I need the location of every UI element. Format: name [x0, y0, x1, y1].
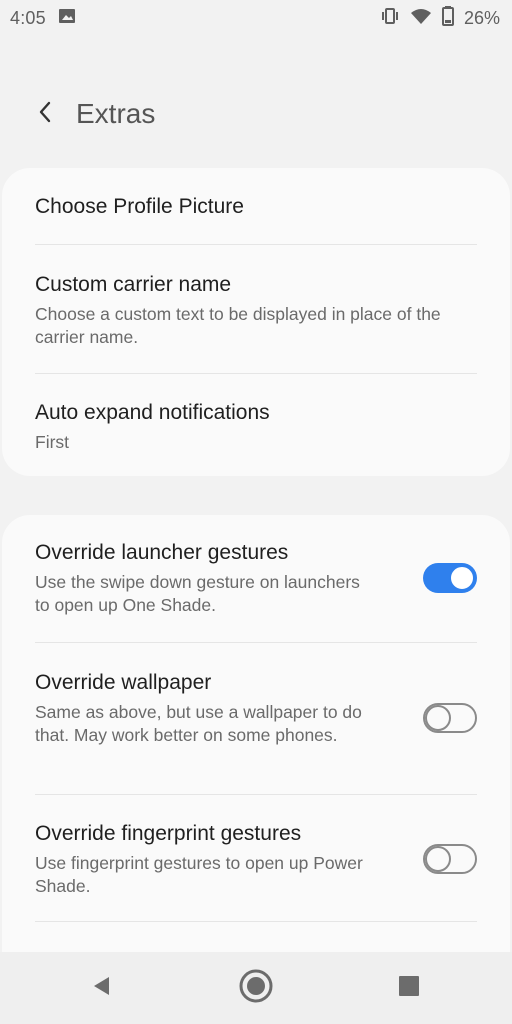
switch-knob [425, 705, 451, 731]
home-circle-icon [238, 968, 274, 1009]
status-bar: 4:05 26% [0, 0, 512, 36]
override-launcher-gestures-switch[interactable] [423, 563, 477, 593]
override-launcher-gestures-row[interactable]: Override launcher gestures Use the swipe… [35, 539, 477, 621]
override-fingerprint-summary: Use fingerprint gestures to open up Powe… [35, 853, 363, 896]
wifi-icon [410, 7, 432, 30]
switch-knob [425, 846, 451, 872]
profile-picture-title: Choose Profile Picture [35, 195, 244, 218]
page-title: Extras [76, 98, 156, 129]
override-launcher-gestures-title: Override launcher gestures [35, 541, 289, 564]
custom-carrier-row[interactable]: Custom carrier name Choose a custom text… [35, 271, 477, 349]
nav-home-button[interactable] [237, 969, 275, 1007]
divider [35, 244, 477, 245]
profile-picture-row[interactable]: Choose Profile Picture [35, 193, 477, 221]
battery-percent: 26% [463, 7, 500, 28]
custom-carrier-summary: Choose a custom text to be displayed in … [35, 304, 441, 347]
divider [35, 373, 477, 374]
auto-expand-summary: First [35, 432, 70, 452]
divider [35, 794, 477, 795]
override-launcher-gestures-summary: Use the swipe down gesture on launchers … [35, 572, 360, 615]
switch-knob [449, 565, 475, 591]
status-right: 26% [380, 5, 500, 31]
recent-square-icon [397, 974, 421, 1003]
nav-recent-button[interactable] [390, 969, 428, 1007]
auto-expand-row[interactable]: Auto expand notifications First [35, 399, 477, 454]
override-fingerprint-row[interactable]: Override fingerprint gestures Use finger… [35, 820, 477, 902]
auto-expand-title: Auto expand notifications [35, 401, 270, 424]
status-time: 4:05 [10, 7, 46, 28]
override-fingerprint-text: Override fingerprint gestures Use finger… [35, 820, 375, 898]
back-triangle-icon [90, 974, 112, 1003]
override-wallpaper-title: Override wallpaper [35, 671, 212, 694]
back-arrow-icon [35, 100, 55, 129]
navigation-bar [0, 952, 512, 1024]
override-fingerprint-title: Override fingerprint gestures [35, 822, 302, 845]
custom-carrier-title: Custom carrier name [35, 273, 232, 296]
settings-card-general: Choose Profile Picture Custom carrier na… [2, 168, 510, 476]
header: Extras [30, 92, 155, 136]
divider [35, 921, 477, 922]
override-fingerprint-switch[interactable] [423, 844, 477, 874]
image-notification-icon [58, 7, 76, 30]
nav-back-button[interactable] [82, 969, 120, 1007]
vibrate-icon [380, 6, 400, 31]
divider [35, 642, 477, 643]
back-button[interactable] [30, 99, 60, 129]
battery-icon [441, 5, 454, 31]
status-left: 4:05 [10, 7, 76, 30]
override-wallpaper-row[interactable]: Override wallpaper Same as above, but us… [35, 669, 477, 769]
override-wallpaper-summary: Same as above, but use a wallpaper to do… [35, 702, 362, 745]
settings-card-gestures: Override launcher gestures Use the swipe… [2, 515, 510, 985]
override-wallpaper-switch[interactable] [423, 703, 477, 733]
override-wallpaper-text: Override wallpaper Same as above, but us… [35, 669, 375, 747]
override-launcher-gestures-text: Override launcher gestures Use the swipe… [35, 539, 375, 617]
